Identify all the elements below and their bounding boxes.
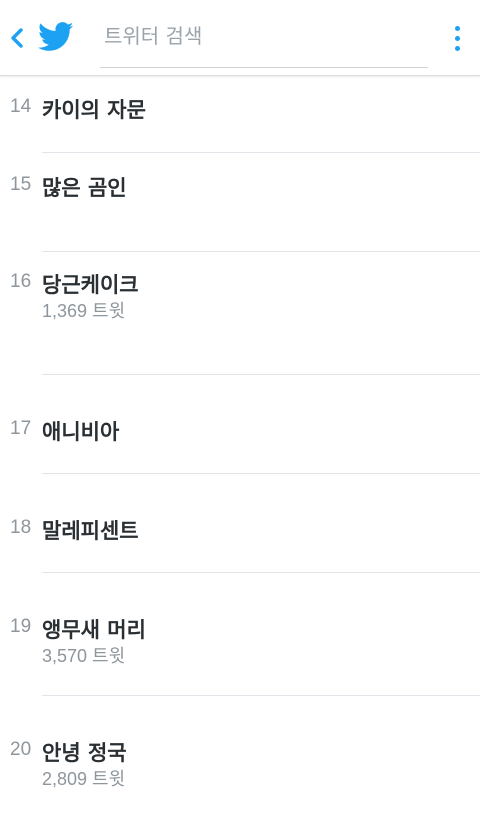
trend-item[interactable]: 19 앵무새 머리 3,570 트윗 [0, 573, 480, 696]
twitter-bird-icon[interactable] [38, 22, 74, 54]
trend-item[interactable]: 17 애니비아 [0, 375, 480, 474]
chevron-left-icon [11, 28, 23, 48]
trends-list: 14 카이의 자문 15 많은 곰인 16 당근케이크 1,369 트윗 17 … [0, 77, 480, 796]
trend-title: 당근케이크 [42, 273, 139, 297]
trend-item[interactable]: 16 당근케이크 1,369 트윗 [0, 252, 480, 375]
trend-item[interactable]: 15 많은 곰인 [0, 153, 480, 252]
trend-title: 안녕 정국 [42, 741, 127, 765]
trend-item[interactable]: 18 말레피센트 [0, 474, 480, 573]
trend-rank: 17 [10, 418, 32, 439]
trend-rank: 15 [10, 174, 32, 195]
trend-title: 말레피센트 [42, 519, 139, 543]
trend-rank: 18 [10, 517, 32, 538]
more-vertical-icon [454, 25, 460, 31]
more-options-button[interactable] [444, 20, 470, 56]
search-box[interactable] [100, 14, 428, 68]
trend-title: 앵무새 머리 [42, 618, 146, 642]
trend-rank: 19 [10, 616, 32, 637]
trend-rank: 16 [10, 271, 32, 292]
trend-item[interactable]: 14 카이의 자문 [0, 77, 480, 153]
tweet-count: 3,570 트윗 [42, 646, 126, 666]
tweet-count: 1,369 트윗 [42, 301, 126, 321]
trend-rank: 20 [10, 739, 32, 760]
top-app-bar [0, 0, 480, 76]
trend-rank: 14 [10, 96, 32, 117]
trend-title: 애니비아 [42, 420, 120, 444]
back-button[interactable] [6, 22, 28, 54]
search-input[interactable] [100, 14, 428, 58]
trend-item[interactable]: 20 안녕 정국 2,809 트윗 [0, 696, 480, 796]
trend-title: 카이의 자문 [42, 98, 146, 122]
trend-title: 많은 곰인 [42, 176, 127, 200]
tweet-count: 2,809 트윗 [42, 769, 126, 789]
